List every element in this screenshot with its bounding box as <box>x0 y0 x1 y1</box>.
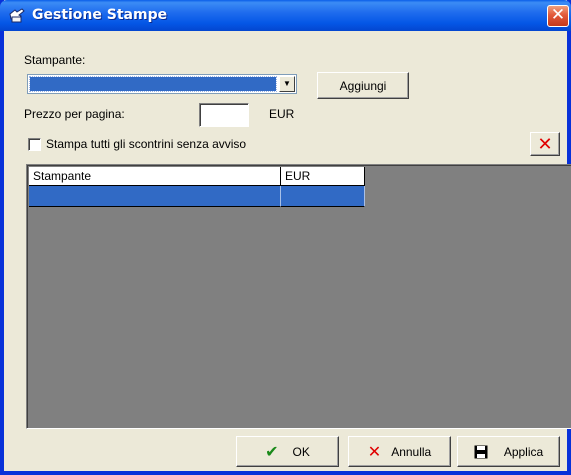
chevron-down-icon[interactable]: ▼ <box>279 76 295 92</box>
printer-combobox[interactable]: ▼ <box>27 74 297 94</box>
printers-table[interactable]: Stampante EUR <box>26 164 571 429</box>
applica-button[interactable]: Applica <box>457 436 560 467</box>
close-icon: ✕ <box>550 5 566 25</box>
add-button-label: Aggiungi <box>339 78 387 93</box>
applica-button-label: Applica <box>503 444 544 459</box>
floppy-disk-icon <box>474 445 488 458</box>
red-x-icon: ✕ <box>367 443 382 461</box>
column-header-eur[interactable]: EUR <box>281 167 365 186</box>
add-button[interactable]: Aggiungi <box>317 72 409 99</box>
check-icon: ✔ <box>265 443 279 461</box>
close-button[interactable]: ✕ <box>547 5 569 27</box>
printer-label: Stampante: <box>24 53 86 67</box>
table-row[interactable] <box>29 186 365 207</box>
ok-button[interactable]: ✔ OK <box>236 436 339 467</box>
dialog-window: Gestione Stampe ✕ Stampante: ▼ Aggiungi … <box>0 0 571 475</box>
column-header-stampante[interactable]: Stampante <box>29 167 281 186</box>
table-header: Stampante EUR <box>29 167 365 186</box>
print-all-checkbox[interactable] <box>28 138 41 151</box>
price-unit: EUR <box>269 107 295 121</box>
title-bar[interactable]: Gestione Stampe ✕ <box>0 0 571 31</box>
annulla-button-label: Annulla <box>391 444 432 459</box>
table-cell-eur[interactable] <box>281 186 365 207</box>
window-title: Gestione Stampe <box>32 7 168 23</box>
red-x-icon: ✕ <box>537 133 553 154</box>
delete-button[interactable]: ✕ <box>530 132 560 156</box>
printer-selected-value <box>29 76 277 92</box>
price-input[interactable] <box>199 103 249 127</box>
annulla-button[interactable]: ✕ Annulla <box>348 436 451 467</box>
ok-button-label: OK <box>292 444 310 459</box>
print-all-label: Stampa tutti gli scontrini senza avviso <box>46 137 247 151</box>
hand-printer-icon <box>9 8 25 23</box>
table-cell-stampante[interactable] <box>29 186 281 207</box>
price-label: Prezzo per pagina: <box>24 107 125 121</box>
